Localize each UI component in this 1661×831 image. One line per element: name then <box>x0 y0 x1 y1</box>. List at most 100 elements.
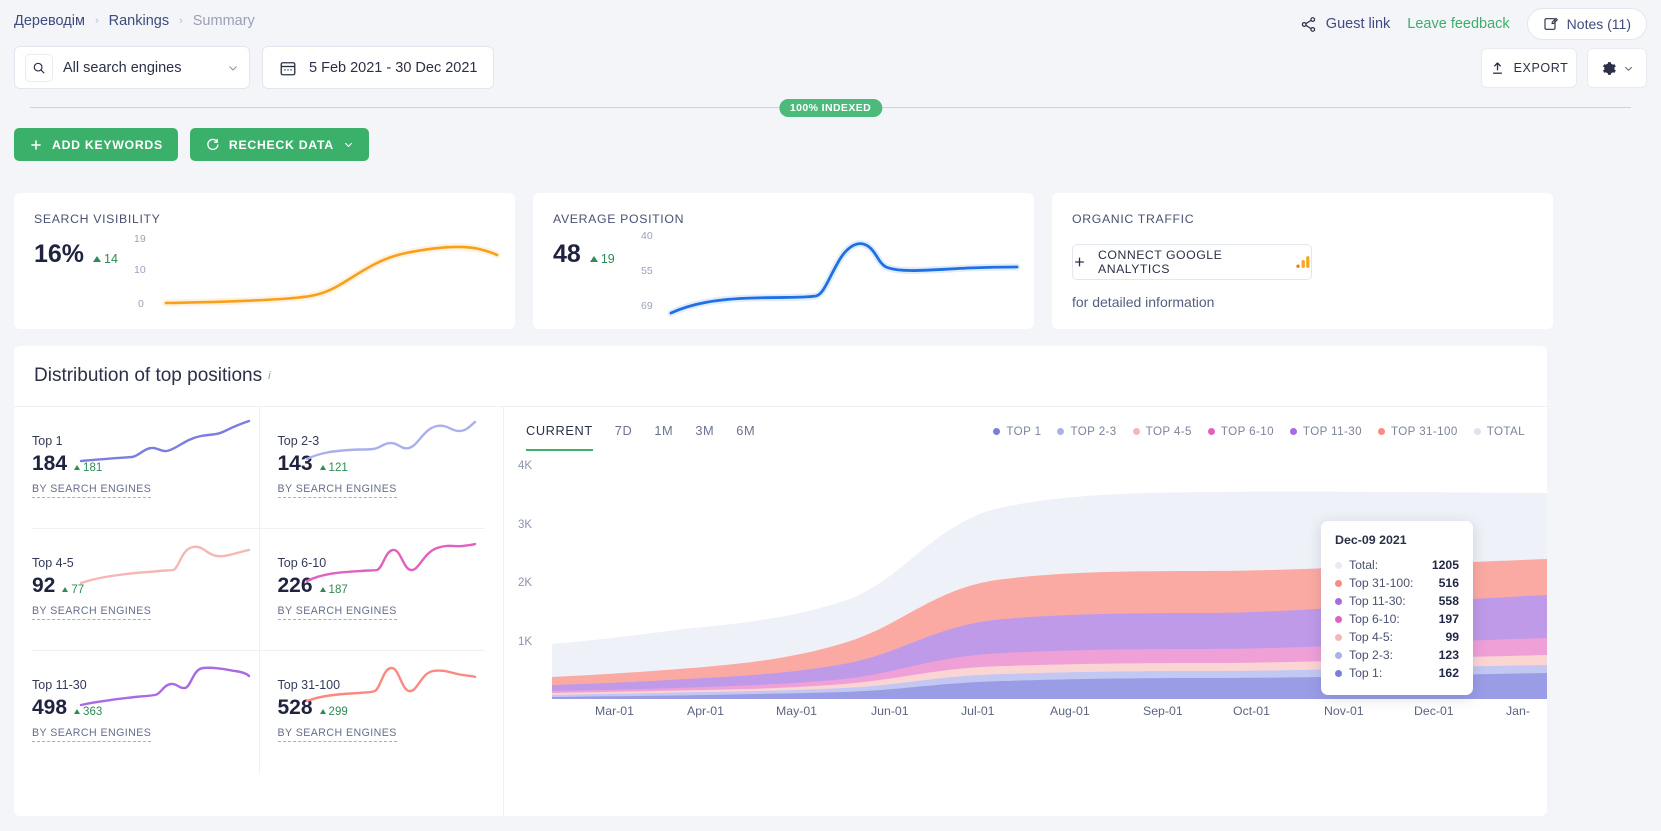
tooltip-label: Top 6-10: <box>1349 612 1400 626</box>
connect-ga-label: CONNECT GOOGLE ANALYTICS <box>1098 248 1223 276</box>
metric-cards: SEARCH VISIBILITY 16% 14 19 10 0 AVERAGE… <box>14 193 1553 329</box>
chart-legend: TOP 1 TOP 2-3 TOP 4-5 TOP 6-10 TOP 11-30… <box>993 423 1525 438</box>
tooltip-value: 558 <box>1438 594 1459 608</box>
breadcrumb: Дереводім › Rankings › Summary <box>14 13 255 29</box>
tooltip-dot <box>1335 561 1342 569</box>
tile-top-1: Top 1 184 181 BY SEARCH ENGINES <box>32 407 259 528</box>
info-icon[interactable]: i <box>268 370 270 382</box>
legend-item-top-4-5[interactable]: TOP 4-5 <box>1132 425 1192 438</box>
average-position-delta: 19 <box>589 252 615 266</box>
breadcrumb-summary: Summary <box>192 13 255 29</box>
distribution-panel: Distribution of top positions i Top 1 18… <box>14 346 1547 816</box>
legend-item-total[interactable]: TOTAL <box>1473 425 1525 438</box>
legend-dot <box>1057 428 1065 435</box>
tooltip-row-top-1: Top 1: 162 <box>1335 664 1459 682</box>
plus-icon-ga <box>1075 257 1084 267</box>
x-tick-mar: Mar-01 <box>595 704 634 718</box>
x-tick-may: May-01 <box>776 704 818 718</box>
distribution-title: Distribution of top positions <box>34 365 263 386</box>
tab-6m[interactable]: 6M <box>736 423 755 451</box>
add-keywords-label: ADD KEYWORDS <box>52 137 163 152</box>
tab-1m[interactable]: 1M <box>654 423 673 451</box>
legend-dot <box>993 428 1001 435</box>
tile-top-6-10: Top 6-10 226 187 BY SEARCH ENGINES <box>258 529 486 650</box>
legend-dot <box>1377 428 1385 435</box>
tooltip-label: Top 1: <box>1349 666 1383 680</box>
distribution-header: Distribution of top positions i <box>14 346 1547 407</box>
average-position-title: AVERAGE POSITION <box>553 212 685 226</box>
filter-bar: All search engines 5 Feb 2021 - 30 Dec 2… <box>14 46 495 89</box>
legend-item-top-31-100[interactable]: TOP 31-100 <box>1377 425 1458 438</box>
tile-row: Top 4-5 92 77 BY SEARCH ENGINES Top 6-10 <box>32 529 485 651</box>
tile-row: Top 11-30 498 363 BY SEARCH ENGINES Top … <box>32 651 485 773</box>
tile-sparkline-top-6-10 <box>305 542 477 583</box>
distribution-tiles: Top 1 184 181 BY SEARCH ENGINES Top 2-3 <box>14 407 504 816</box>
legend-item-top-1[interactable]: TOP 1 <box>993 425 1041 438</box>
tile-top-31-100: Top 31-100 528 299 BY SEARCH ENGINES <box>258 651 486 773</box>
recheck-data-button[interactable]: RECHECK DATA <box>189 128 369 161</box>
refresh-icon <box>207 138 219 151</box>
tooltip-dot <box>1335 615 1342 623</box>
export-button[interactable]: EXPORT <box>1481 48 1577 88</box>
tooltip-dot <box>1335 597 1342 605</box>
legend-label: TOTAL <box>1486 425 1525 438</box>
search-visibility-card: SEARCH VISIBILITY 16% 14 19 10 0 <box>14 193 515 329</box>
by-search-engines-link[interactable]: BY SEARCH ENGINES <box>32 483 152 498</box>
chart-tooltip: Dec-09 2021 Total: 1205 Top 31-100: 516 To… <box>1321 521 1473 695</box>
date-range-select[interactable]: 5 Feb 2021 - 30 Dec 2021 <box>262 46 495 89</box>
by-search-engines-link[interactable]: BY SEARCH ENGINES <box>32 727 152 742</box>
by-search-engines-link[interactable]: BY SEARCH ENGINES <box>277 727 397 742</box>
search-visibility-sparkline <box>162 243 501 307</box>
legend-item-top-11-30[interactable]: TOP 11-30 <box>1289 425 1362 438</box>
legend-item-top-2-3[interactable]: TOP 2-3 <box>1057 425 1116 438</box>
by-search-engines-link[interactable]: BY SEARCH ENGINES <box>32 605 152 620</box>
tile-sparkline-top-2-3 <box>305 420 477 461</box>
settings-button[interactable] <box>1587 48 1647 88</box>
add-keywords-button[interactable]: ADD KEYWORDS <box>14 128 178 161</box>
position-axis-top: 40 <box>641 230 653 242</box>
tab-3m[interactable]: 3M <box>695 423 714 451</box>
position-axis-mid: 55 <box>641 265 653 277</box>
tooltip-row-top-2-3: Top 2-3: 123 <box>1335 646 1459 664</box>
guest-link-button[interactable]: Guest link <box>1300 16 1390 33</box>
trend-up-icon-tile <box>62 587 69 592</box>
tooltip-value: 123 <box>1438 648 1459 662</box>
tile-sparkline-top-31-100 <box>305 666 477 703</box>
chevron-down-icon-settings <box>1624 66 1633 71</box>
calendar-icon <box>280 61 296 75</box>
average-position-card: AVERAGE POSITION 48 19 40 55 69 <box>533 193 1034 329</box>
by-search-engines-link[interactable]: BY SEARCH ENGINES <box>277 605 397 620</box>
x-tick-nov: Nov-01 <box>1324 704 1364 718</box>
leave-feedback-link[interactable]: Leave feedback <box>1407 16 1509 32</box>
visibility-axis-bottom: 0 <box>138 298 144 310</box>
breadcrumb-separator-icon: › <box>94 15 99 27</box>
breadcrumb-root[interactable]: Дереводім <box>14 13 85 29</box>
connect-google-analytics-button[interactable]: CONNECT GOOGLE ANALYTICS <box>1072 244 1312 280</box>
search-icon-box <box>25 53 53 82</box>
search-engine-select[interactable]: All search engines <box>14 46 250 89</box>
tooltip-value: 99 <box>1445 630 1459 644</box>
tooltip-value: 1205 <box>1431 558 1459 572</box>
tile-value: 184 <box>32 452 68 475</box>
tooltip-value: 162 <box>1438 666 1459 680</box>
search-visibility-value: 16% <box>34 240 85 268</box>
legend-item-top-6-10[interactable]: TOP 6-10 <box>1207 425 1274 438</box>
average-position-sparkline <box>668 240 1020 317</box>
indexed-badge: 100% INDEXED <box>778 99 883 117</box>
toolbar-right: EXPORT <box>1481 48 1647 88</box>
tooltip-label: Total: <box>1349 558 1379 572</box>
tile-sparkline-top-4-5 <box>79 545 250 585</box>
indexed-progress: 100% INDEXED <box>0 99 1661 117</box>
tile-value: 92 <box>32 574 56 597</box>
tooltip-label: Top 2-3: <box>1349 648 1394 662</box>
tab-current[interactable]: CURRENT <box>526 423 593 451</box>
notes-button[interactable]: Notes (11) <box>1526 8 1647 40</box>
legend-label: TOP 4-5 <box>1145 425 1192 438</box>
x-tick-apr: Apr-01 <box>687 704 724 718</box>
breadcrumb-rankings[interactable]: Rankings <box>109 13 169 29</box>
by-search-engines-link[interactable]: BY SEARCH ENGINES <box>277 483 397 498</box>
x-tick-jul: Jul-01 <box>961 704 995 718</box>
tab-7d[interactable]: 7D <box>615 423 633 451</box>
search-visibility-title: SEARCH VISIBILITY <box>34 212 161 226</box>
tooltip-label: Top 4-5: <box>1349 630 1394 644</box>
